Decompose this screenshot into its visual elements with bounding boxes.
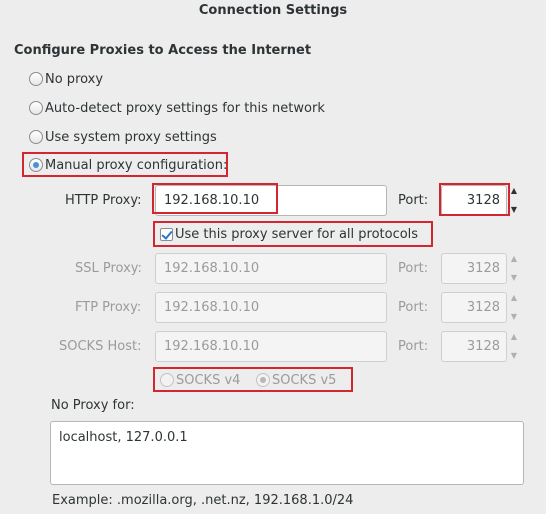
checkmark-icon[interactable]: [160, 227, 173, 241]
radio-label: No proxy: [45, 71, 104, 87]
chevron-down-icon[interactable]: ▼: [511, 204, 517, 216]
radio-label: Manual proxy configuration:: [45, 157, 228, 173]
socks-port-input[interactable]: 3128: [441, 331, 507, 362]
ssl-proxy-label: SSL Proxy:: [75, 261, 142, 276]
chevron-down-icon[interactable]: ▼: [511, 350, 517, 362]
radio-no-proxy[interactable]: No proxy: [29, 69, 103, 89]
radio-indicator[interactable]: [29, 158, 43, 172]
radio-auto-detect[interactable]: Auto-detect proxy settings for this netw…: [29, 98, 325, 118]
ftp-port-spinner[interactable]: ▲ ▼: [509, 292, 519, 323]
chevron-up-icon[interactable]: ▲: [511, 185, 517, 197]
chevron-up-icon[interactable]: ▲: [511, 331, 517, 343]
chevron-down-icon[interactable]: ▼: [511, 311, 517, 323]
radio-socks-v4[interactable]: SOCKS v4: [160, 370, 240, 390]
radio-indicator[interactable]: [256, 373, 270, 387]
window-title: Connection Settings: [198, 3, 348, 18]
ssl-port-label: Port:: [398, 261, 429, 276]
radio-indicator[interactable]: [160, 373, 174, 387]
highlight-box-http-value: [152, 183, 278, 214]
no-proxy-label: No Proxy for:: [51, 398, 135, 413]
no-proxy-example: Example: .mozilla.org, .net.nz, 192.168.…: [52, 493, 354, 508]
http-port-spinner[interactable]: ▲ ▼: [509, 185, 519, 216]
highlight-box-http-port: [439, 183, 510, 216]
ftp-port-input[interactable]: 3128: [441, 292, 507, 323]
chevron-up-icon[interactable]: ▲: [511, 253, 517, 265]
socks-host-input[interactable]: 192.168.10.10: [155, 331, 387, 362]
use-for-all-label: Use this proxy server for all protocols: [175, 226, 419, 242]
radio-label: Auto-detect proxy settings for this netw…: [45, 100, 325, 116]
radio-indicator[interactable]: [29, 72, 43, 86]
radio-label: Use system proxy settings: [45, 129, 217, 145]
radio-indicator[interactable]: [29, 101, 43, 115]
radio-system-proxy[interactable]: Use system proxy settings: [29, 127, 217, 147]
ssl-proxy-input[interactable]: 192.168.10.10: [155, 253, 387, 284]
radio-indicator[interactable]: [29, 130, 43, 144]
radio-label: SOCKS v5: [272, 372, 337, 388]
ftp-proxy-label: FTP Proxy:: [75, 300, 142, 315]
socks-host-label: SOCKS Host:: [59, 339, 142, 354]
use-for-all-checkbox-row[interactable]: Use this proxy server for all protocols: [160, 226, 418, 242]
section-title: Configure Proxies to Access the Internet: [14, 43, 312, 58]
chevron-up-icon[interactable]: ▲: [511, 292, 517, 304]
radio-label: SOCKS v4: [176, 372, 241, 388]
radio-socks-v5[interactable]: SOCKS v5: [256, 370, 336, 390]
no-proxy-textarea[interactable]: localhost, 127.0.0.1: [50, 421, 524, 485]
ssl-port-spinner[interactable]: ▲ ▼: [509, 253, 519, 284]
ftp-port-label: Port:: [398, 300, 429, 315]
ssl-port-input[interactable]: 3128: [441, 253, 507, 284]
socks-port-spinner[interactable]: ▲ ▼: [509, 331, 519, 362]
http-proxy-label: HTTP Proxy:: [65, 193, 142, 208]
http-port-label: Port:: [398, 193, 429, 208]
socks-port-label: Port:: [398, 339, 429, 354]
chevron-down-icon[interactable]: ▼: [511, 272, 517, 284]
radio-manual-proxy[interactable]: Manual proxy configuration:: [29, 155, 227, 175]
ftp-proxy-input[interactable]: 192.168.10.10: [155, 292, 387, 323]
